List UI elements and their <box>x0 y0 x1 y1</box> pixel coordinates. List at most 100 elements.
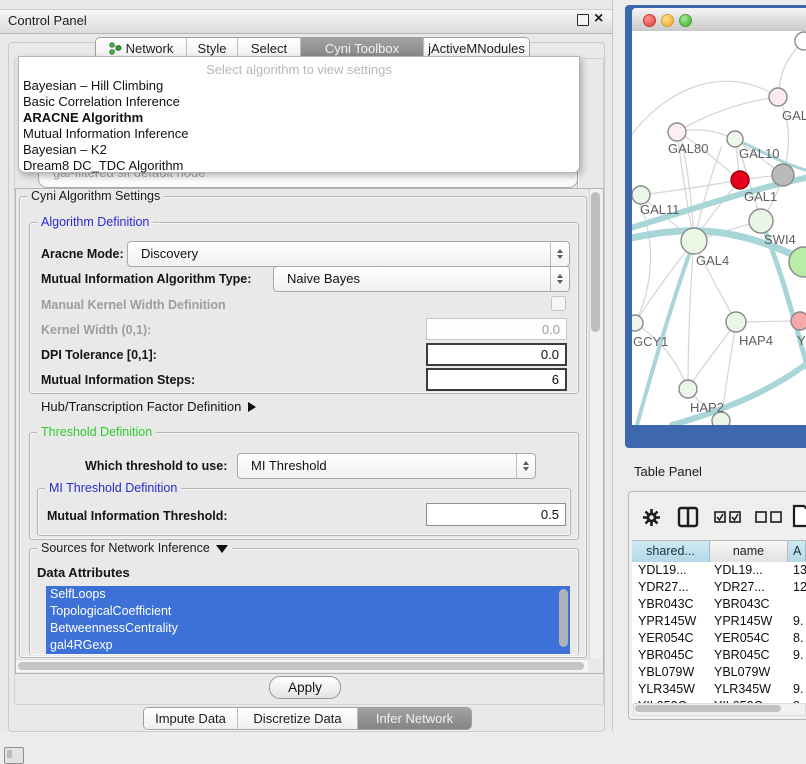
node-hap4[interactable] <box>726 312 746 332</box>
cell[interactable]: YBR045C <box>638 647 710 664</box>
window-close-button[interactable] <box>643 14 656 27</box>
sources-group-expander[interactable]: Sources for Network Inference <box>37 542 232 555</box>
popup-item-aracne[interactable]: ARACNE Algorithm <box>23 110 573 126</box>
cell[interactable]: 9. <box>793 647 806 664</box>
cell[interactable]: YPR145W <box>714 613 788 630</box>
popup-item-basic-correlation[interactable]: Basic Correlation Inference <box>23 94 573 110</box>
hub-definition-expander[interactable]: Hub/Transcription Factor Definition <box>41 399 256 414</box>
float-panel-icon[interactable] <box>577 14 589 26</box>
table-row[interactable]: YBR045CYBR045C 9. <box>632 647 806 664</box>
expander-right-arrow-icon <box>248 402 256 412</box>
cell[interactable]: YDR27... <box>714 579 788 596</box>
deselect-all-checkboxes-icon[interactable] <box>755 511 783 523</box>
gear-icon[interactable] <box>642 508 661 527</box>
select-all-checkboxes-icon[interactable] <box>714 511 742 523</box>
mi-threshold-field[interactable]: 0.5 <box>426 503 566 526</box>
table-row[interactable]: YER054CYER054C 8. <box>632 630 806 647</box>
cell[interactable]: YBR045C <box>714 647 788 664</box>
column-header-partial[interactable]: A <box>788 541 806 562</box>
node-label: HAP4 <box>739 333 773 348</box>
cell[interactable]: YBL079W <box>714 664 788 681</box>
kernel-width-field[interactable]: 0.0 <box>426 318 567 340</box>
new-table-icon[interactable] <box>792 504 806 528</box>
hub-definition-label: Hub/Transcription Factor Definition <box>41 399 241 414</box>
which-threshold-combobox[interactable]: MI Threshold <box>237 453 536 479</box>
list-scrollbar-thumb[interactable] <box>559 589 568 647</box>
tab-impute-data[interactable]: Impute Data <box>144 708 238 729</box>
popup-item-mutual-information[interactable]: Mutual Information Inference <box>23 126 573 142</box>
node-table: shared... name A YDL19...YDL19... 13 YDR2… <box>632 540 806 704</box>
network-canvas[interactable]: GAL GAL80 GAL10 GAL1 GAL11 SWI4 GAL4 GCY… <box>632 31 806 425</box>
cell[interactable]: YDR27... <box>638 579 710 596</box>
table-row[interactable]: YLR345WYLR345W 9. <box>632 681 806 698</box>
table-row[interactable]: YPR145WYPR145W 9. <box>632 613 806 630</box>
table-row[interactable]: YDL19...YDL19... 13 <box>632 562 806 579</box>
cell[interactable]: 12 <box>793 579 806 596</box>
table-horizontal-scrollbar[interactable] <box>633 703 806 716</box>
cell[interactable]: YDL19... <box>638 562 710 579</box>
popup-item-bayesian-k2[interactable]: Bayesian – K2 <box>23 142 573 158</box>
cell[interactable]: YLR345W <box>714 681 788 698</box>
column-header-shared-name[interactable]: shared... <box>632 541 710 562</box>
minimized-panel-icon[interactable] <box>4 747 24 764</box>
node-label: SWI4 <box>764 232 796 247</box>
node-gal4[interactable] <box>681 228 707 254</box>
mi-steps-field[interactable]: 6 <box>426 368 567 391</box>
table-row[interactable]: YBL079WYBL079W <box>632 664 806 681</box>
node-label: HAP2 <box>690 400 724 415</box>
table-row[interactable]: YBR043CYBR043C <box>632 596 806 613</box>
split-columns-icon[interactable] <box>677 506 699 528</box>
dpi-tolerance-field[interactable]: 0.0 <box>426 343 567 366</box>
cell[interactable]: YLR345W <box>638 681 710 698</box>
window-zoom-button[interactable] <box>679 14 692 27</box>
cell[interactable]: 8. <box>793 630 806 647</box>
cell[interactable]: 9. <box>793 681 806 698</box>
close-panel-icon[interactable]: × <box>594 10 603 28</box>
list-item[interactable]: gal4RGexp <box>46 637 570 654</box>
tab-discretize-data[interactable]: Discretize Data <box>238 708 358 729</box>
settings-vertical-scrollbar[interactable] <box>589 189 602 659</box>
node-gal10[interactable] <box>727 131 743 147</box>
node-swi4[interactable] <box>749 209 773 233</box>
manual-kernel-width-checkbox[interactable] <box>551 296 566 311</box>
cell[interactable]: YBR043C <box>638 596 710 613</box>
scrollbar-thumb[interactable] <box>591 192 600 332</box>
tab-infer-network[interactable]: Infer Network <box>358 708 471 729</box>
column-header-name[interactable]: name <box>710 541 788 562</box>
node-unnamed[interactable] <box>795 32 806 50</box>
cell[interactable]: YER054C <box>638 630 710 647</box>
list-item[interactable]: BetweennessCentrality <box>46 620 570 637</box>
list-item[interactable]: SelfLoops <box>46 586 570 603</box>
node-salmon[interactable] <box>791 312 806 330</box>
mi-threshold-label: Mutual Information Threshold: <box>47 509 228 523</box>
popup-item-bayesian-hill-climbing[interactable]: Bayesian – Hill Climbing <box>23 78 573 94</box>
settings-horizontal-scrollbar[interactable] <box>16 659 588 672</box>
scrollbar-thumb[interactable] <box>635 705 781 712</box>
cell[interactable]: YBR043C <box>714 596 788 613</box>
cell[interactable]: 9. <box>793 613 806 630</box>
apply-button[interactable]: Apply <box>269 676 341 699</box>
node-gal-partial[interactable] <box>769 88 787 106</box>
scrollbar-thumb[interactable] <box>18 662 584 670</box>
cell[interactable]: 13 <box>793 562 806 579</box>
node-gcy1[interactable] <box>632 315 643 331</box>
node-gal80[interactable] <box>668 123 686 141</box>
node-gray[interactable] <box>772 164 794 186</box>
aracne-mode-combobox[interactable]: Discovery <box>127 241 570 267</box>
algorithm-definition-title: Algorithm Definition <box>37 216 153 229</box>
node-gal1[interactable] <box>731 171 749 189</box>
window-minimize-button[interactable] <box>661 14 674 27</box>
node-hap2[interactable] <box>679 380 697 398</box>
cell[interactable]: YDL19... <box>714 562 788 579</box>
node-label: GAL10 <box>739 146 779 161</box>
cell[interactable]: YER054C <box>714 630 788 647</box>
table-row[interactable]: YDR27...YDR27... 12 <box>632 579 806 596</box>
mi-steps-label: Mutual Information Steps: <box>41 373 195 387</box>
popup-item-dream8[interactable]: Dream8 DC_TDC Algorithm <box>23 158 573 174</box>
mi-algorithm-type-combobox[interactable]: Naive Bayes <box>273 266 570 292</box>
data-attributes-list: SelfLoops TopologicalCoefficient Between… <box>46 586 570 654</box>
list-item[interactable]: TopologicalCoefficient <box>46 603 570 620</box>
cell[interactable]: YBL079W <box>638 664 710 681</box>
cell[interactable]: YPR145W <box>638 613 710 630</box>
network-window-titlebar[interactable] <box>632 8 806 32</box>
